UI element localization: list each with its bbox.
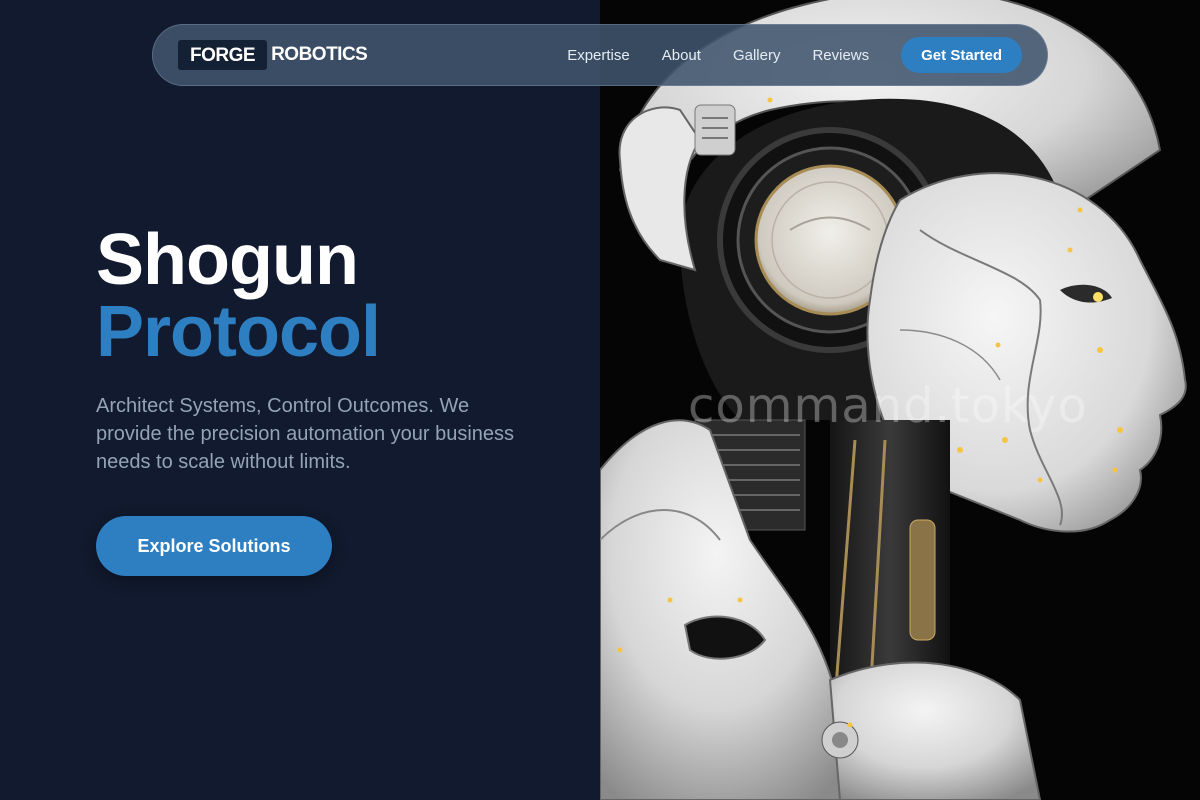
nav-link-expertise[interactable]: Expertise <box>567 47 630 64</box>
nav-link-reviews[interactable]: Reviews <box>812 47 869 64</box>
nav-link-about[interactable]: About <box>662 47 701 64</box>
hero-description: Architect Systems, Control Outcomes. We … <box>96 395 515 473</box>
image-watermark: command.tokyo <box>688 378 1088 434</box>
nav-link-gallery[interactable]: Gallery <box>733 47 781 64</box>
hero-title-line1: Shogun <box>96 220 359 300</box>
explore-solutions-button[interactable]: Explore Solutions <box>96 516 332 576</box>
brand-logo[interactable]: FORGE ROBOTICS <box>178 40 368 70</box>
logo-mark: FORGE <box>178 40 268 70</box>
logo-word: ROBOTICS <box>271 44 368 65</box>
get-started-button[interactable]: Get Started <box>901 37 1022 73</box>
nav-links: Expertise About Gallery Reviews Get Star… <box>567 37 1022 73</box>
hero-title-line2: Protocol <box>96 292 381 372</box>
hero-title: Shogun Protocol <box>96 220 381 372</box>
top-navbar: FORGE ROBOTICS Expertise About Gallery R… <box>152 24 1048 86</box>
